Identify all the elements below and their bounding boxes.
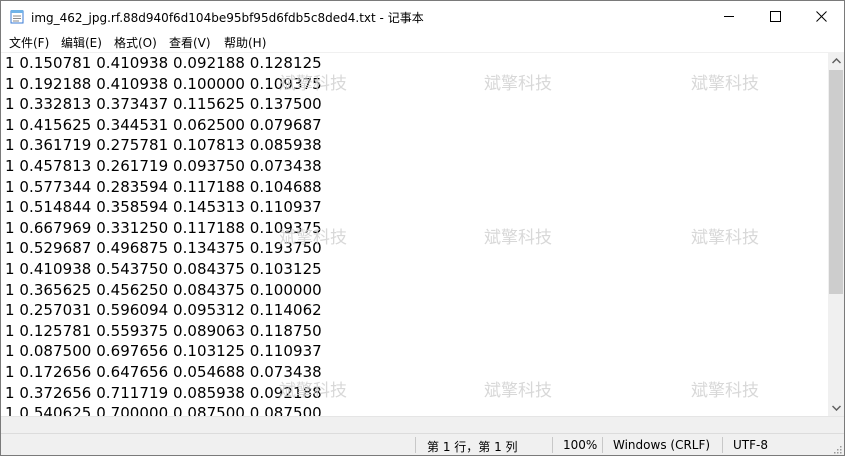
watermark: 斌擎科技 bbox=[484, 228, 552, 248]
text-line: 1 0.577344 0.283594 0.117188 0.104688 bbox=[5, 177, 322, 196]
menu-help[interactable]: 帮助(H) bbox=[223, 34, 267, 51]
status-cursor-position: 第 1 行，第 1 列 bbox=[427, 440, 518, 454]
watermark: 斌擎科技 bbox=[691, 381, 759, 401]
close-icon bbox=[815, 10, 827, 22]
status-divider bbox=[552, 437, 553, 453]
window-title: img_462_jpg.rf.88d940f6d104be95bf95d6fdb… bbox=[31, 11, 424, 25]
scroll-down-button[interactable] bbox=[828, 400, 844, 416]
status-line-ending: Windows (CRLF) bbox=[613, 438, 711, 452]
watermark: 斌擎科技 bbox=[691, 74, 759, 94]
chevron-up-icon bbox=[831, 58, 841, 64]
chevron-down-icon bbox=[831, 405, 841, 411]
menu-bar: 文件(F) 编辑(E) 格式(O) 查看(V) 帮助(H) bbox=[1, 31, 844, 53]
notepad-window: img_462_jpg.rf.88d940f6d104be95bf95d6fdb… bbox=[0, 0, 845, 456]
status-zoom: 100% bbox=[563, 438, 598, 452]
maximize-icon bbox=[769, 10, 781, 22]
menu-format[interactable]: 格式(O) bbox=[113, 34, 158, 51]
resize-grip-icon[interactable] bbox=[832, 444, 842, 454]
text-line: 1 0.514844 0.358594 0.145313 0.110937 bbox=[5, 198, 322, 217]
menu-view[interactable]: 查看(V) bbox=[168, 34, 212, 51]
scroll-up-button[interactable] bbox=[828, 53, 844, 69]
text-line: 1 0.257031 0.596094 0.095312 0.114062 bbox=[5, 301, 322, 320]
status-divider bbox=[602, 437, 603, 453]
text-line: 1 0.410938 0.543750 0.084375 0.103125 bbox=[5, 259, 322, 278]
text-line: 1 0.365625 0.456250 0.084375 0.100000 bbox=[5, 280, 322, 299]
text-line: 1 0.150781 0.410938 0.092188 0.128125 bbox=[5, 54, 322, 72]
text-line: 1 0.415625 0.344531 0.062500 0.079687 bbox=[5, 115, 322, 134]
close-button[interactable] bbox=[798, 1, 844, 31]
status-divider bbox=[415, 437, 416, 453]
text-line: 1 0.125781 0.559375 0.089063 0.118750 bbox=[5, 321, 322, 340]
text-editor[interactable]: 1 0.150781 0.410938 0.092188 0.128125 1 0… bbox=[1, 53, 828, 416]
text-line: 1 0.172656 0.647656 0.054688 0.073438 bbox=[5, 362, 322, 381]
text-line: 1 0.540625 0.700000 0.087500 0.087500 bbox=[5, 404, 322, 416]
text-line: 1 0.361719 0.275781 0.107813 0.085938 bbox=[5, 136, 322, 155]
vertical-scrollbar[interactable] bbox=[828, 53, 844, 416]
text-line: 1 0.667969 0.331250 0.117188 0.109375 bbox=[5, 218, 322, 237]
text-line: 1 0.192188 0.410938 0.100000 0.109375 bbox=[5, 74, 322, 93]
horizontal-scroll-area bbox=[1, 416, 844, 433]
title-bar[interactable]: img_462_jpg.rf.88d940f6d104be95bf95d6fdb… bbox=[1, 1, 844, 31]
text-line: 1 0.332813 0.373437 0.115625 0.137500 bbox=[5, 95, 322, 114]
status-encoding: UTF-8 bbox=[733, 438, 768, 452]
text-line: 1 0.372656 0.711719 0.085938 0.092188 bbox=[5, 383, 322, 402]
maximize-button[interactable] bbox=[752, 1, 798, 31]
menu-file[interactable]: 文件(F) bbox=[8, 34, 50, 51]
text-line: 1 0.087500 0.697656 0.103125 0.110937 bbox=[5, 342, 322, 361]
watermark: 斌擎科技 bbox=[691, 228, 759, 248]
text-lines: 1 0.150781 0.410938 0.092188 0.128125 1 0… bbox=[5, 53, 322, 416]
watermark: 斌擎科技 bbox=[484, 74, 552, 94]
menu-edit[interactable]: 编辑(E) bbox=[60, 34, 103, 51]
scroll-thumb[interactable] bbox=[829, 70, 843, 294]
status-divider bbox=[722, 437, 723, 453]
text-line: 1 0.457813 0.261719 0.093750 0.073438 bbox=[5, 156, 322, 175]
watermark: 斌擎科技 bbox=[484, 381, 552, 401]
notepad-icon bbox=[10, 9, 24, 24]
minimize-icon bbox=[723, 15, 734, 17]
text-line: 1 0.529687 0.496875 0.134375 0.193750 bbox=[5, 239, 322, 258]
minimize-button[interactable] bbox=[706, 1, 752, 31]
status-bar: 第 1 行，第 1 列 100% Windows (CRLF) UTF-8 bbox=[1, 433, 844, 455]
